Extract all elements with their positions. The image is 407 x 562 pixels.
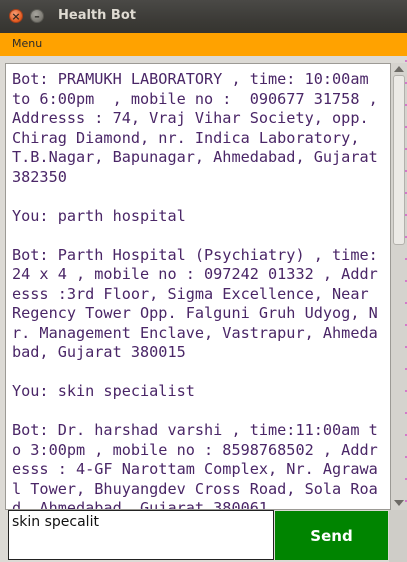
scroll-up-icon[interactable]: [394, 66, 404, 72]
scroll-down-icon[interactable]: [394, 500, 404, 506]
minimize-icon[interactable]: –: [30, 9, 44, 23]
window-edge: [389, 510, 407, 562]
chat-area[interactable]: Bot: PRAMUKH LABORATORY , time: 10:00am …: [5, 63, 391, 510]
menu-button[interactable]: Menu: [12, 37, 42, 50]
chat-transcript: Bot: PRAMUKH LABORATORY , time: 10:00am …: [12, 70, 378, 510]
scrollbar-thumb[interactable]: [393, 75, 405, 245]
menu-bar: Menu: [0, 33, 407, 56]
close-icon[interactable]: ×: [9, 9, 23, 23]
message-input-text: skin specalit: [12, 514, 99, 530]
title-bar: × – Health Bot: [0, 0, 407, 33]
send-button[interactable]: Send: [275, 511, 388, 560]
message-input[interactable]: skin specalit: [8, 510, 274, 560]
window-title: Health Bot: [58, 8, 136, 23]
